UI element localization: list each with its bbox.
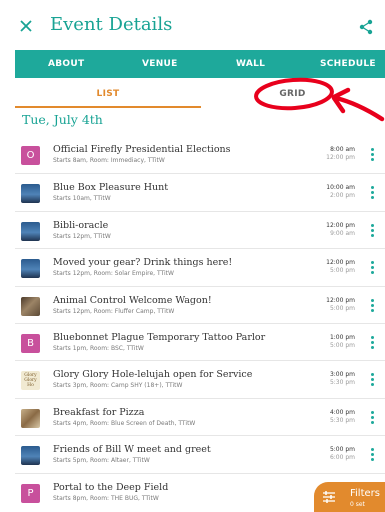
event-end-time: 5:30 pm <box>329 416 355 424</box>
event-thumbnail <box>21 259 40 279</box>
event-row[interactable]: O Official Firefly Presidential Elections… <box>15 136 385 173</box>
more-vert-icon[interactable] <box>371 373 375 387</box>
share-icon[interactable] <box>358 19 374 35</box>
event-start-time: 10:00 am <box>326 184 355 192</box>
event-title: Breakfast for Pizza <box>53 406 145 418</box>
event-title: Animal Control Welcome Wagon! <box>53 294 212 306</box>
page-title: Event Details <box>50 14 173 35</box>
event-subtitle: Starts 8am, Room: Immediacy, TTitW <box>53 157 165 164</box>
event-subtitle: Starts 10am, TTitW <box>53 195 111 203</box>
sliders-icon <box>323 491 335 503</box>
event-end-time: 12:00 pm <box>326 154 355 161</box>
event-start-time: 8:00 am <box>330 146 355 153</box>
app-header: Event Details <box>0 0 385 50</box>
section-tabs: ABOUT VENUE WALL SCHEDULE <box>15 50 385 78</box>
event-row[interactable]: Friends of Bill W meet and greet Starts 5… <box>15 435 385 472</box>
event-start-time: 12:00 pm <box>326 259 355 267</box>
grid-view-tab[interactable]: GRID <box>200 78 385 108</box>
event-start-time: 1:00 pm <box>329 333 355 341</box>
event-start-time: 3:00 pm <box>329 371 355 379</box>
event-title: Friends of Bill W meet and greet <box>53 444 211 456</box>
event-avatar: B <box>21 333 40 353</box>
event-thumbnail <box>21 184 40 204</box>
event-subtitle: Starts 4pm, Room: Blue Screen of Death, … <box>53 419 196 427</box>
more-vert-icon[interactable] <box>371 148 375 162</box>
event-subtitle: Starts 8pm, Room: THE BUG, TTitW <box>53 494 159 502</box>
list-view-tab[interactable]: LIST <box>15 78 201 108</box>
event-end-time: 2:00 pm <box>329 192 355 200</box>
event-subtitle: Starts 12pm, Room: Fluffer Camp, TTitW <box>53 307 175 315</box>
event-avatar: P <box>21 483 40 503</box>
more-vert-icon[interactable] <box>371 298 375 313</box>
event-end-time: 5:00 pm <box>329 304 355 312</box>
more-vert-icon[interactable] <box>371 410 375 425</box>
event-subtitle: Starts 3pm, Room: Camp SHY (18+), TTitW <box>53 382 183 390</box>
close-icon[interactable] <box>18 18 34 34</box>
event-row[interactable]: Moved your gear? Drink things here! Start… <box>15 248 385 285</box>
filters-count: 0 set <box>350 501 365 508</box>
event-end-time: 9:00 am <box>330 229 355 237</box>
event-start-time: 12:00 pm <box>326 221 355 229</box>
event-title: Blue Box Pleasure Hunt <box>53 182 169 194</box>
event-title: Glory Glory Hole-lelujah open for Servic… <box>53 369 253 381</box>
event-title: Moved your gear? Drink things here! <box>53 257 233 269</box>
date-heading: Tue, July 4th <box>22 112 103 127</box>
event-subtitle: Starts 12pm, TTitW <box>53 232 111 240</box>
event-title: Bibli-oracle <box>53 219 109 231</box>
event-end-time: 5:00 pm <box>329 267 355 275</box>
event-avatar: O <box>21 146 40 165</box>
event-list: O Official Firefly Presidential Elections… <box>15 136 385 510</box>
event-end-time: 6:00 pm <box>329 454 355 462</box>
event-row[interactable]: Bibli-oracle Starts 12pm, TTitW 12:00 pm 9:… <box>15 210 385 248</box>
tab-schedule[interactable]: SCHEDULE <box>320 50 376 78</box>
filters-button[interactable]: Filters 0 set <box>314 482 385 512</box>
event-start-time: 12:00 pm <box>326 296 355 304</box>
event-title: Portal to the Deep Field <box>53 481 169 493</box>
more-vert-icon[interactable] <box>371 261 375 275</box>
event-thumbnail <box>21 296 40 316</box>
filters-label: Filters <box>350 488 380 499</box>
event-title: Bluebonnet Plague Temporary Tattoo Parlo… <box>53 331 266 343</box>
event-row[interactable]: Animal Control Welcome Wagon! Starts 12pm… <box>15 285 385 323</box>
event-start-time: 4:00 pm <box>329 408 355 416</box>
event-subtitle: Starts 1pm, Room: BSC, TTitW <box>53 344 144 352</box>
event-start-time: 5:00 pm <box>329 446 355 454</box>
event-thumbnail <box>21 408 40 428</box>
event-title: Official Firefly Presidential Elections <box>53 144 231 155</box>
tab-about[interactable]: ABOUT <box>48 50 84 78</box>
more-vert-icon[interactable] <box>371 186 375 200</box>
event-thumbnail: Glory Glory Ho <box>21 371 40 391</box>
event-end-time: 5:00 pm <box>329 341 355 349</box>
more-vert-icon[interactable] <box>371 335 375 350</box>
event-row[interactable]: Breakfast for Pizza Starts 4pm, Room: Blu… <box>15 397 385 435</box>
tab-venue[interactable]: VENUE <box>142 50 178 78</box>
view-toggle: LIST GRID <box>0 78 385 108</box>
more-vert-icon[interactable] <box>371 448 375 462</box>
event-row[interactable]: Glory Glory Ho Glory Glory Hole-lelujah o… <box>15 360 385 397</box>
event-subtitle: Starts 12pm, Room: Solar Empire, TTitW <box>53 270 174 278</box>
tab-wall[interactable]: WALL <box>236 50 265 78</box>
event-end-time: 5:30 pm <box>329 379 355 387</box>
event-thumbnail <box>21 446 40 466</box>
event-thumbnail <box>21 221 40 241</box>
event-row[interactable]: Blue Box Pleasure Hunt Starts 10am, TTitW… <box>15 173 385 210</box>
more-vert-icon[interactable] <box>371 223 375 238</box>
event-subtitle: Starts 5pm, Room: Altaer, TTitW <box>53 457 150 465</box>
event-row[interactable]: B Bluebonnet Plague Temporary Tattoo Parl… <box>15 322 385 360</box>
